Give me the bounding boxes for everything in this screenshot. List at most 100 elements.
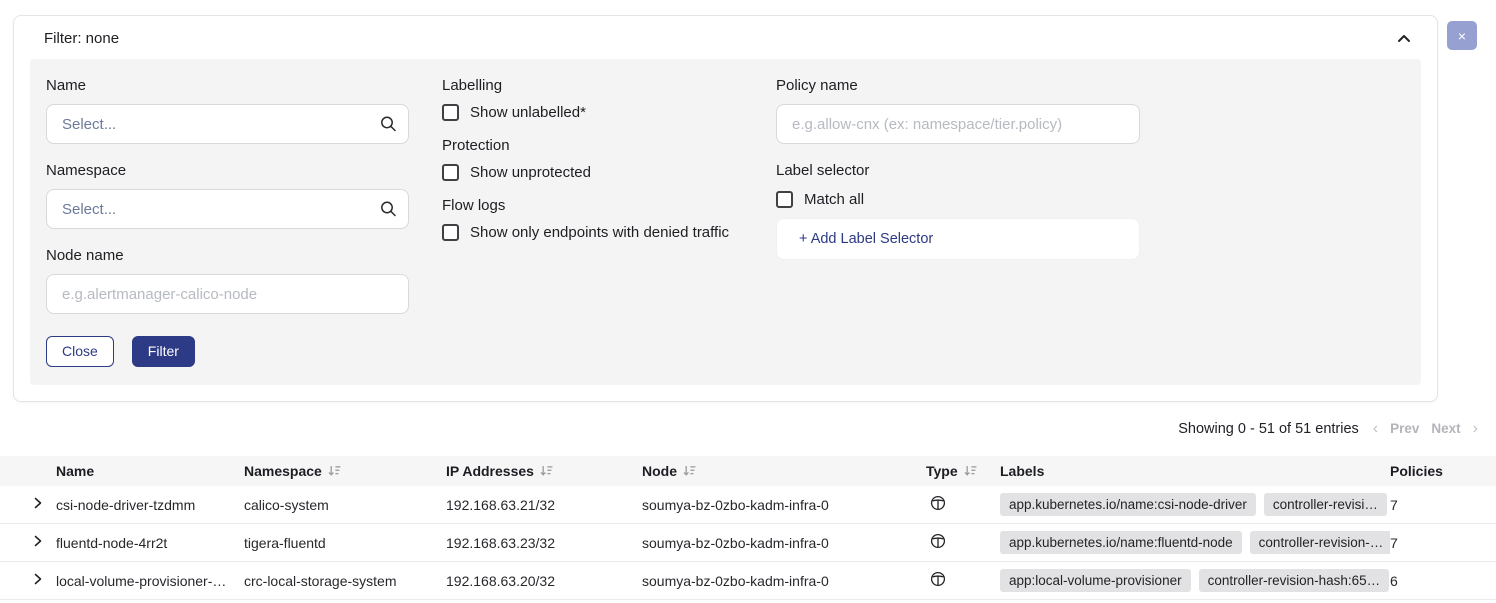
search-icon: [380, 201, 397, 218]
match-all-row: Match all: [776, 191, 1140, 208]
filter-column-right: Policy name Label selector Match all + A…: [776, 77, 1140, 260]
cell-node: soumya-bz-0zbo-kadm-infra-0: [642, 562, 926, 600]
protection-group: Protection Show unprotected: [442, 137, 743, 181]
flow-logs-heading: Flow logs: [442, 197, 743, 214]
filter-panel: Filter: none Name: [13, 15, 1438, 402]
expand-row-button[interactable]: [30, 569, 46, 592]
column-header-namespace[interactable]: Namespace: [244, 456, 446, 486]
filter-form: Name Namespace: [30, 59, 1421, 385]
match-all-checkbox[interactable]: [776, 191, 793, 208]
show-unlabelled-row: Show unlabelled*: [442, 104, 743, 121]
chevron-right-icon: [34, 535, 42, 550]
label-chip: app:local-volume-provisioner: [1000, 569, 1191, 592]
filter-card: Filter: none Name: [13, 15, 1438, 402]
sort-icon[interactable]: [540, 465, 553, 477]
label-selector-group: Label selector Match all + Add Label Sel…: [776, 162, 1140, 260]
cell-namespace: calico-system: [244, 486, 446, 524]
table-row: fluentd-node-4rr2t tigera-fluentd 192.16…: [0, 524, 1496, 562]
denied-traffic-row: Show only endpoints with denied traffic: [442, 224, 743, 241]
chevron-right-icon: [34, 573, 42, 588]
table-row: csi-node-driver-tzdmm calico-system 192.…: [0, 486, 1496, 524]
pod-type-icon: [930, 571, 946, 587]
sort-icon[interactable]: [964, 465, 977, 477]
add-label-selector-button[interactable]: + Add Label Selector: [776, 218, 1140, 260]
column-label: IP Addresses: [446, 463, 534, 479]
cell-policies: 6: [1390, 562, 1496, 600]
label-chip: controller-revision-hash:65…: [1199, 569, 1390, 592]
chevron-left-icon[interactable]: ‹: [1373, 421, 1378, 437]
name-select-input[interactable]: [46, 104, 409, 144]
filter-column-middle: Labelling Show unlabelled* Protection Sh…: [442, 77, 743, 257]
policy-name-field-group: Policy name: [776, 77, 1140, 144]
show-unprotected-checkbox[interactable]: [442, 164, 459, 181]
filter-header: Filter: none: [30, 16, 1421, 59]
endpoints-table: Name Namespace IP Addresses Node: [0, 456, 1496, 603]
denied-traffic-label: Show only endpoints with denied traffic: [470, 224, 729, 241]
cell-ip: 192.168.63.20/32: [446, 562, 642, 600]
panel-close-button[interactable]: ×: [1447, 21, 1477, 50]
column-label: Labels: [1000, 463, 1044, 479]
column-header-policies: Policies: [1390, 456, 1496, 486]
cell-namespace: tigera-fluentd: [244, 524, 446, 562]
show-unlabelled-checkbox[interactable]: [442, 104, 459, 121]
show-unlabelled-label: Show unlabelled*: [470, 104, 586, 121]
close-button[interactable]: Close: [46, 336, 114, 367]
prev-page-link[interactable]: Prev: [1390, 421, 1419, 436]
chevron-right-icon: [34, 497, 42, 512]
column-header-ip-addresses[interactable]: IP Addresses: [446, 456, 642, 486]
name-field-group: Name: [46, 77, 409, 144]
next-page-link[interactable]: Next: [1431, 421, 1460, 436]
filter-button[interactable]: Filter: [132, 336, 195, 367]
expander-header: [0, 456, 56, 486]
cell-policies: 7: [1390, 486, 1496, 524]
cell-name: local-volume-provisioner-…: [56, 562, 244, 600]
pager: ‹ Prev Next ›: [1373, 421, 1478, 437]
filter-column-left: Name Namespace: [46, 77, 409, 367]
column-header-type[interactable]: Type: [926, 456, 1000, 486]
column-header-node[interactable]: Node: [642, 456, 926, 486]
close-icon: ×: [1458, 28, 1466, 44]
namespace-select-input[interactable]: [46, 189, 409, 229]
show-unprotected-label: Show unprotected: [470, 164, 591, 181]
sort-icon[interactable]: [328, 465, 341, 477]
flow-logs-group: Flow logs Show only endpoints with denie…: [442, 197, 743, 241]
show-unprotected-row: Show unprotected: [442, 164, 743, 181]
pod-type-icon: [930, 495, 946, 511]
column-label: Type: [926, 463, 958, 479]
labelling-group: Labelling Show unlabelled*: [442, 77, 743, 121]
chevron-right-icon[interactable]: ›: [1473, 421, 1478, 437]
node-name-field-label: Node name: [46, 247, 409, 264]
cell-name: fluentd-node-4rr2t: [56, 524, 244, 562]
filter-title: Filter: none: [44, 30, 119, 47]
denied-traffic-checkbox[interactable]: [442, 224, 459, 241]
match-all-label: Match all: [804, 191, 864, 208]
collapse-panel-button[interactable]: [1391, 29, 1417, 48]
cell-node: soumya-bz-0zbo-kadm-infra-0: [642, 486, 926, 524]
label-chip: app.kubernetes.io/name:csi-node-driver: [1000, 493, 1256, 516]
protection-heading: Protection: [442, 137, 743, 154]
policy-name-input[interactable]: [776, 104, 1140, 144]
label-chip: controller-revision-…: [1250, 531, 1390, 554]
expand-row-button[interactable]: [30, 493, 46, 516]
pod-type-icon: [930, 533, 946, 549]
namespace-field-label: Namespace: [46, 162, 409, 179]
cell-ip: 192.168.63.23/32: [446, 524, 642, 562]
cell-policies: 7: [1390, 524, 1496, 562]
pagination-bar: Showing 0 - 51 of 51 entries ‹ Prev Next…: [0, 418, 1478, 440]
search-icon: [380, 116, 397, 133]
label-chip: controller-revisi…: [1264, 493, 1387, 516]
label-selector-heading: Label selector: [776, 162, 1140, 179]
column-label: Namespace: [244, 463, 322, 479]
cell-namespace: crc-local-storage-system: [244, 562, 446, 600]
node-name-input[interactable]: [46, 274, 409, 314]
node-name-field-group: Node name: [46, 247, 409, 314]
chevron-up-icon: [1397, 31, 1411, 46]
label-chip: app.kubernetes.io/name:fluentd-node: [1000, 531, 1242, 554]
table-row: local-volume-provisioner-… crc-local-sto…: [0, 562, 1496, 600]
entries-summary: Showing 0 - 51 of 51 entries: [1178, 421, 1359, 437]
namespace-field-group: Namespace: [46, 162, 409, 229]
column-header-name: Name: [56, 456, 244, 486]
expand-row-button[interactable]: [30, 531, 46, 554]
sort-icon[interactable]: [683, 465, 696, 477]
cell-node: soumya-bz-0zbo-kadm-infra-0: [642, 524, 926, 562]
